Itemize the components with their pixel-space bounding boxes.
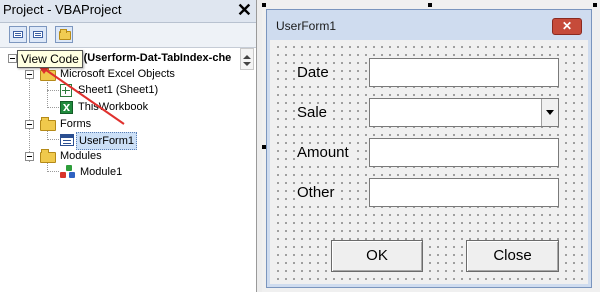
sale-combobox[interactable] xyxy=(369,98,559,127)
close-button[interactable]: Close xyxy=(466,240,559,272)
chevron-down-icon[interactable] xyxy=(541,99,558,126)
amount-textbox[interactable] xyxy=(369,138,559,167)
annotation-arrow-line xyxy=(45,69,125,125)
date-label: Date xyxy=(295,64,331,81)
ok-button[interactable]: OK xyxy=(331,240,423,272)
userform-title: UserForm1 xyxy=(276,19,337,33)
resize-grip[interactable] xyxy=(593,3,597,7)
sale-label: Sale xyxy=(295,104,330,121)
view-code-tooltip: View Code xyxy=(17,50,83,68)
userform-window[interactable]: UserForm1 ✕ Date Sale Amount Other OK Cl… xyxy=(266,9,592,288)
date-textbox[interactable] xyxy=(369,58,559,87)
userform-close-button[interactable]: ✕ xyxy=(552,18,582,35)
resize-grip[interactable] xyxy=(262,3,266,7)
userform-titlebar: UserForm1 ✕ xyxy=(270,13,588,40)
other-label: Other xyxy=(295,184,337,201)
userform-client-area: Date Sale Amount Other OK Close xyxy=(271,40,587,284)
annotation-arrow xyxy=(36,63,125,125)
resize-grip[interactable] xyxy=(428,3,432,7)
amount-label: Amount xyxy=(295,144,351,161)
project-explorer-pane: Project - VBAProject ✕ VBAProject (Userf… xyxy=(0,0,257,292)
form-designer-area: UserForm1 ✕ Date Sale Amount Other OK Cl… xyxy=(262,0,600,292)
other-textbox[interactable] xyxy=(369,178,559,207)
